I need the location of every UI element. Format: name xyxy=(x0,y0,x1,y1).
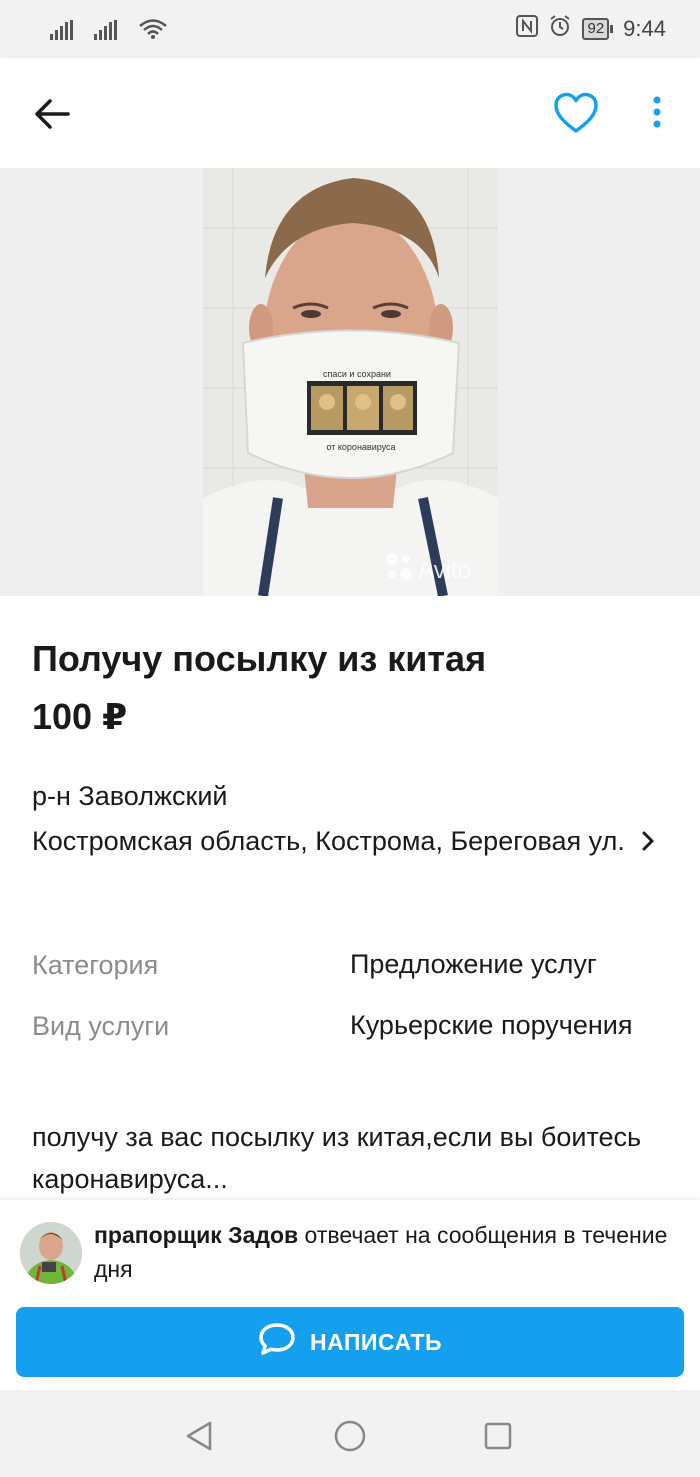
nav-home-icon[interactable] xyxy=(334,1420,366,1457)
listing-title: Получу посылку из китая xyxy=(32,638,487,679)
alarm-icon xyxy=(548,14,572,44)
listing-description: получу за вас посылку из китая,если вы б… xyxy=(32,1122,642,1194)
listing-photo[interactable]: спаси и сохрани от коронавируса Avito xyxy=(203,168,498,596)
signal-icon xyxy=(50,20,76,45)
mask-text-top: спаси и сохрани xyxy=(323,369,391,379)
seller-name[interactable]: прапорщик Задов xyxy=(94,1222,298,1248)
property-value: Курьерские поручения xyxy=(350,1010,633,1040)
property-label: Вид услуги xyxy=(32,1011,170,1041)
listing-address: Костромская область, Кострома, Береговая… xyxy=(32,826,625,856)
photo-gallery[interactable]: спаси и сохрани от коронавируса Avito xyxy=(0,168,700,596)
system-nav-bar xyxy=(0,1390,700,1477)
more-vertical-icon[interactable] xyxy=(645,94,669,134)
avito-watermark: Avito xyxy=(418,557,471,584)
mask-text-bottom: от коронавируса xyxy=(326,442,395,452)
seller-bar: прапорщик Задов отвечает на сообщения в … xyxy=(0,1200,700,1390)
avatar[interactable] xyxy=(20,1222,82,1284)
clock: 9:44 xyxy=(623,16,666,41)
write-button-label: НАПИСАТЬ xyxy=(309,1328,443,1355)
battery-level: 92 xyxy=(582,18,610,40)
listing-address-link[interactable]: Костромская область, Кострома, Береговая… xyxy=(32,820,672,864)
signal-icon xyxy=(94,20,120,45)
chevron-right-icon xyxy=(641,822,655,864)
battery-icon: 92 xyxy=(582,18,614,40)
write-message-button[interactable]: НАПИСАТЬ xyxy=(16,1307,684,1377)
heart-icon[interactable] xyxy=(553,92,599,134)
wifi-icon xyxy=(138,18,168,45)
listing-district: р-н Заволжский xyxy=(32,781,228,811)
nfc-icon xyxy=(516,15,539,43)
property-value: Предложение услуг xyxy=(350,949,597,979)
listing-price: 100 ₽ xyxy=(32,696,128,737)
nav-recent-apps-icon[interactable] xyxy=(484,1422,512,1455)
back-arrow-icon[interactable] xyxy=(32,94,72,134)
seller-info: прапорщик Задов отвечает на сообщения в … xyxy=(94,1218,674,1286)
app-toolbar xyxy=(0,58,700,168)
status-bar: 92 9:44 xyxy=(0,0,700,58)
property-label: Категория xyxy=(32,950,159,980)
chat-bubble-icon xyxy=(258,1322,296,1362)
nav-back-icon[interactable] xyxy=(184,1420,214,1457)
